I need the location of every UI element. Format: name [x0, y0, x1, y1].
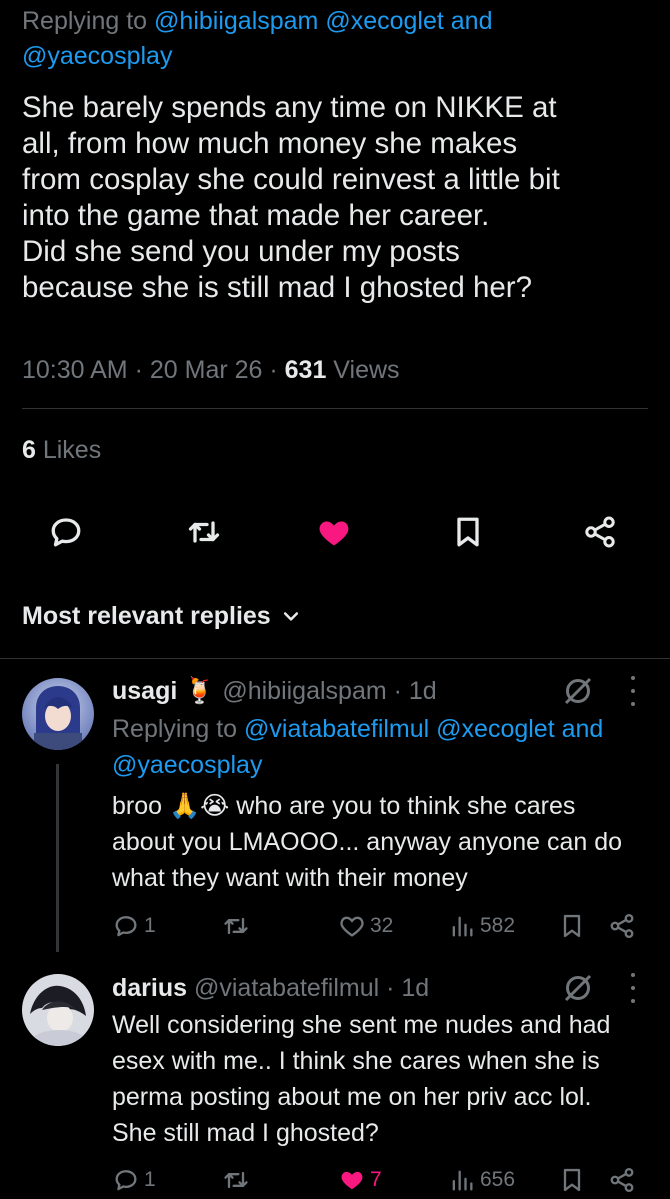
likes-count: 6 [22, 436, 36, 464]
reply-count: 1 [144, 1168, 156, 1191]
user-handle[interactable]: @hibiigalspam [222, 677, 386, 705]
bookmark-icon [563, 1168, 581, 1192]
replies-sort-dropdown[interactable]: Most relevant replies [22, 598, 301, 634]
bookmark-icon [563, 914, 581, 938]
reply-age[interactable]: 1d [401, 974, 429, 1002]
share-button[interactable] [578, 510, 622, 554]
views-count: 631 [284, 356, 327, 384]
reply-icon [51, 518, 81, 547]
bookmark-button[interactable] [446, 510, 490, 554]
like-button[interactable] [312, 510, 356, 554]
share-button[interactable] [608, 912, 636, 940]
divider [0, 658, 670, 659]
share-icon [585, 516, 615, 548]
replying-to-prefix: Replying to [112, 715, 245, 743]
avatar[interactable] [22, 678, 94, 750]
reply-text: Well considering she sent me nudes and h… [112, 1011, 611, 1147]
thread-line [56, 764, 59, 952]
grok-icon[interactable] [560, 970, 596, 1006]
bookmark-button[interactable] [558, 912, 586, 940]
separator-dot: · [379, 974, 402, 1002]
more-options-icon[interactable] [628, 973, 638, 1003]
views-button[interactable]: 582 [448, 912, 515, 940]
views-label: Views [326, 356, 400, 384]
tweet-meta: 10:30 AM · 20 Mar 26 · 631 Views [22, 356, 400, 384]
display-name[interactable]: darius [112, 974, 187, 1002]
retweet-button[interactable] [182, 510, 226, 554]
reply-text: broo 🙏😭 who are you to think she cares a… [112, 792, 623, 892]
tweet-date[interactable]: 20 Mar 26 [150, 356, 263, 384]
chevron-down-icon [283, 612, 298, 621]
replying-to-prefix: Replying to [22, 7, 155, 35]
retweet-button[interactable] [222, 1166, 254, 1194]
likes-summary[interactable]: 6 Likes [22, 432, 101, 468]
display-name[interactable]: usagi 🍹 [112, 677, 215, 705]
heart-filled-icon [341, 1171, 363, 1190]
reply-icon [115, 1170, 137, 1191]
like-icon [319, 521, 349, 546]
analytics-icon [452, 916, 473, 937]
retweet-button[interactable] [222, 912, 254, 940]
tweet-time[interactable]: 10:30 AM [22, 356, 128, 384]
grok-icon[interactable] [560, 673, 596, 709]
analytics-icon [452, 1170, 473, 1191]
more-options-icon[interactable] [628, 676, 638, 706]
reply-age[interactable]: 1d [409, 677, 437, 705]
share-icon [610, 913, 634, 939]
tweet-text: She barely spends any time on NIKKE at a… [22, 91, 560, 304]
like-button[interactable]: 7 [338, 1166, 382, 1194]
divider [22, 408, 648, 409]
likes-label: Likes [35, 436, 102, 464]
heart-outline-icon [340, 916, 364, 937]
share-button[interactable] [608, 1166, 636, 1194]
reply-button[interactable] [44, 510, 88, 554]
user-handle[interactable]: @viatabatefilmul [194, 974, 379, 1002]
avatar[interactable] [22, 974, 94, 1046]
sort-label: Most relevant replies [22, 602, 271, 630]
like-count: 7 [370, 1168, 382, 1191]
reply-count: 1 [144, 914, 156, 937]
bookmark-button[interactable] [558, 1166, 586, 1194]
share-icon [610, 1167, 634, 1193]
reply-icon [115, 916, 137, 937]
view-count: 656 [480, 1168, 516, 1191]
retweet-icon [224, 1171, 248, 1189]
retweet-icon [224, 917, 248, 935]
like-count: 32 [370, 914, 394, 937]
reply-header: darius @viatabatefilmul · 1d [112, 971, 429, 1005]
bookmark-icon [457, 517, 479, 547]
reply-button[interactable]: 1 [112, 1166, 156, 1194]
like-button[interactable]: 32 [338, 912, 393, 940]
reply-replying-to: Replying to @viatabatefilmul @xecoglet a… [112, 711, 642, 783]
view-count: 582 [480, 914, 516, 937]
reply-header: usagi 🍹 @hibiigalspam · 1d [112, 674, 437, 708]
reply-button[interactable]: 1 [112, 912, 156, 940]
retweet-icon [188, 521, 220, 543]
separator-dot: · [386, 677, 409, 705]
views-button[interactable]: 656 [448, 1166, 515, 1194]
replying-to-line: Replying to @hibiigalspam @xecoglet and … [22, 4, 642, 74]
